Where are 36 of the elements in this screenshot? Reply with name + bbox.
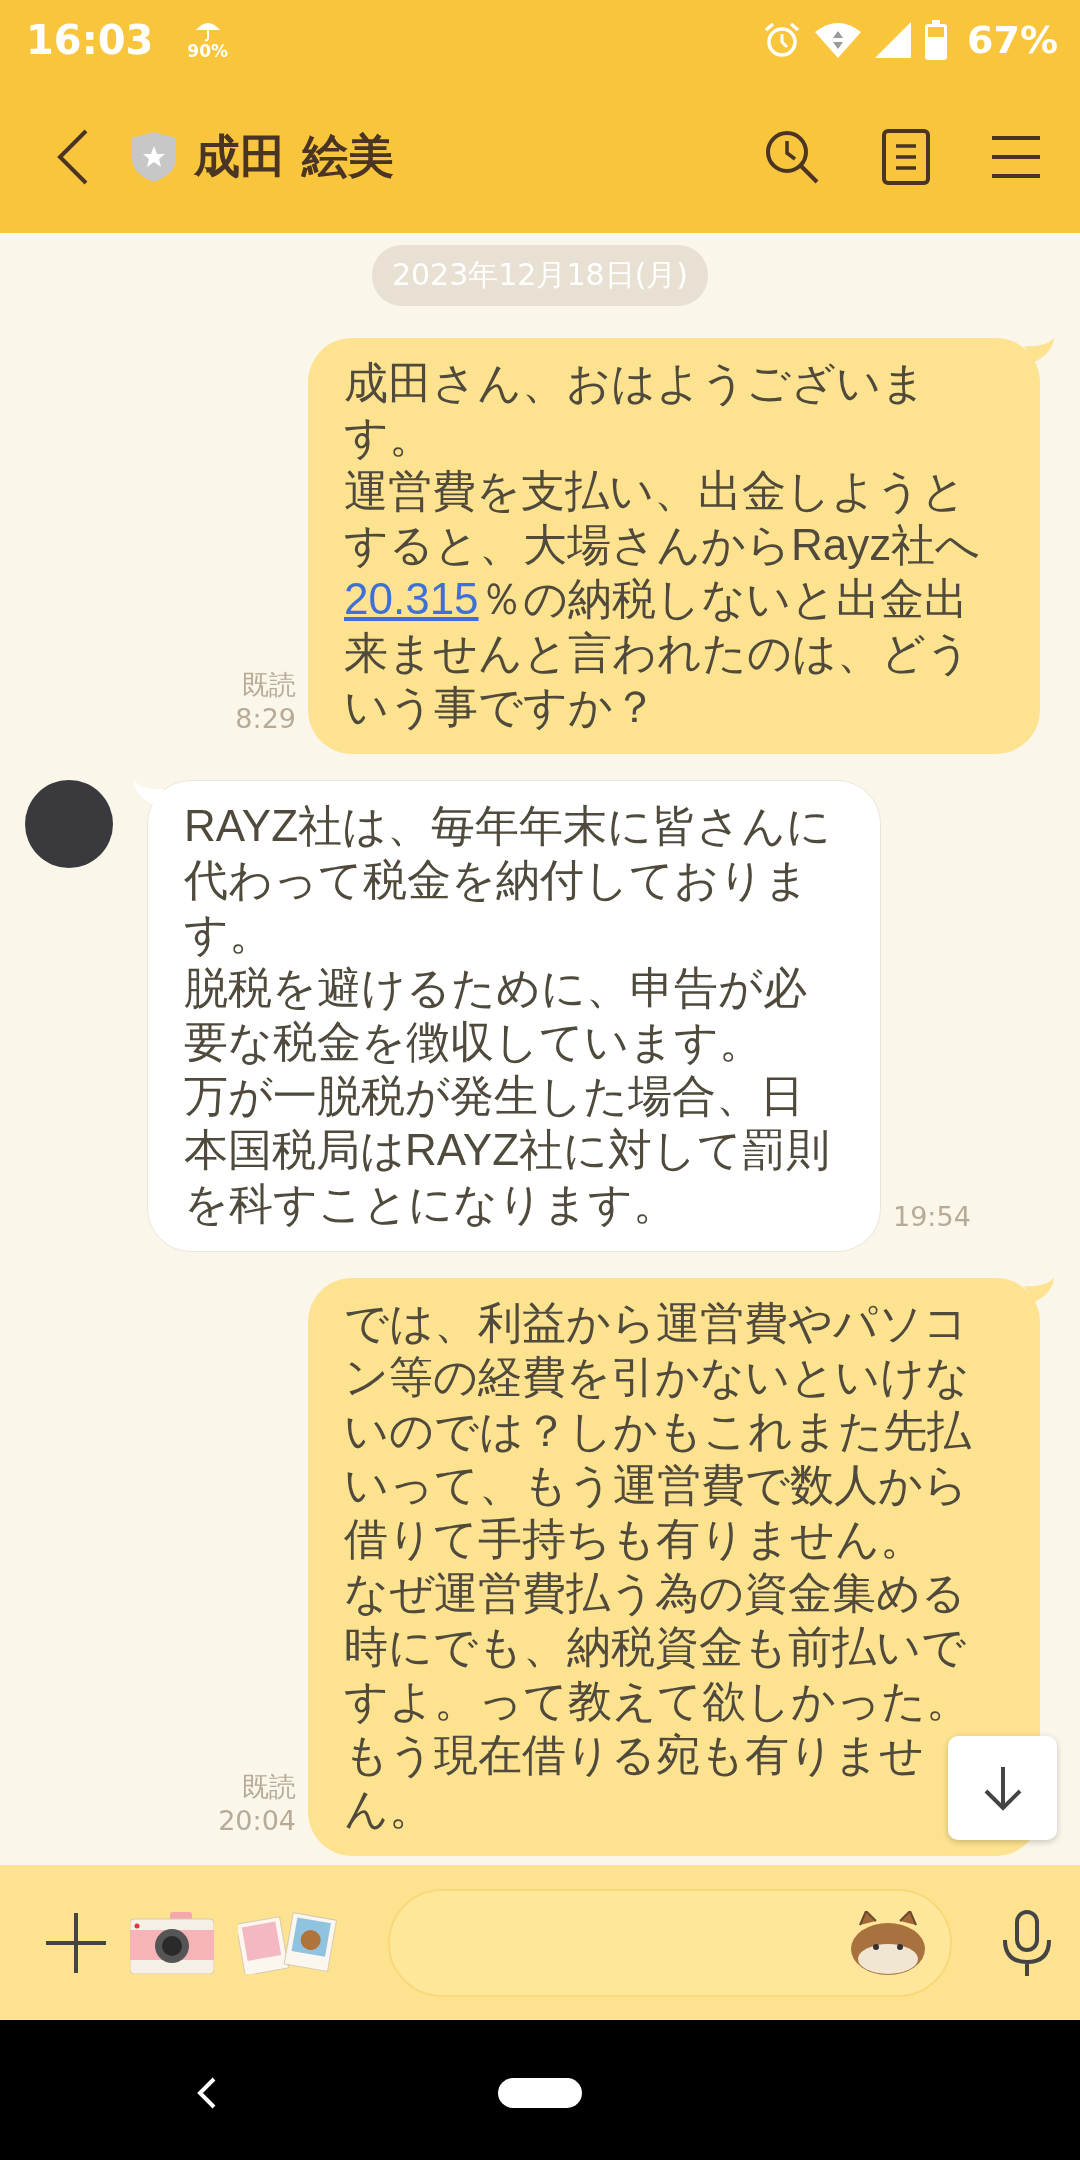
hamster-sticker-icon[interactable] bbox=[850, 1910, 926, 1975]
wifi-icon bbox=[815, 22, 862, 58]
alarm-icon bbox=[763, 21, 802, 59]
read-receipt: 既読 bbox=[242, 668, 296, 702]
back-button[interactable] bbox=[56, 128, 90, 185]
photos-drawing[interactable] bbox=[238, 1911, 338, 1974]
home-button[interactable] bbox=[498, 2077, 582, 2108]
message-text: 運営費を支払い、出金しようとすると、大場さんからRayz社へ 20.315％の納税しないと出金出来ませんと言われたのは、どういう事ですか？ bbox=[344, 465, 982, 733]
search-history-icon[interactable] bbox=[764, 128, 820, 185]
microphone-icon[interactable] bbox=[1002, 1909, 1052, 1976]
message-text: 万が一脱税が発生した場合、日本国税局はRAYZ社に対して罰則を科すことになります。 bbox=[184, 1070, 832, 1230]
read-receipt: 既読 bbox=[242, 1770, 296, 1804]
menu-icon[interactable] bbox=[992, 134, 1040, 179]
plus-icon[interactable] bbox=[46, 1912, 106, 1973]
chat-title: 成田 絵美 bbox=[194, 127, 394, 185]
message-text: 成田さん、おはようございます。 bbox=[344, 357, 927, 463]
message-text: 脱税を避けるために、申告が必要な税金を徴収しています。 bbox=[184, 962, 808, 1068]
message-text: RAYZ社は、毎年年末に皆さんに代わって税金を納付しております。 bbox=[184, 800, 833, 960]
message-time: 20:04 bbox=[218, 1804, 296, 1838]
nav-back-button[interactable] bbox=[196, 2076, 218, 2109]
camera-icon[interactable] bbox=[130, 1911, 214, 1974]
signal-icon bbox=[875, 22, 912, 58]
battery-icon bbox=[925, 20, 948, 60]
umbrella-icon bbox=[194, 20, 221, 42]
message-time: 8:29 bbox=[235, 702, 296, 736]
message-text: もう現在借りる宛も有りません。 bbox=[344, 1729, 925, 1835]
link[interactable]: 20.315 bbox=[344, 574, 479, 623]
shield-star-icon bbox=[132, 131, 176, 182]
rain-chance: 90% bbox=[187, 42, 229, 60]
notes-icon[interactable] bbox=[882, 128, 930, 185]
message-text: なぜ運営費払う為の資金集める時にでも、納税資金も前払いですよ。って教えて欲しかった。 bbox=[344, 1567, 971, 1727]
battery-percent: 67% bbox=[967, 18, 1058, 62]
scroll-down-button[interactable] bbox=[948, 1736, 1057, 1840]
status-time: 16:03 bbox=[26, 17, 154, 63]
message-time: 19:54 bbox=[893, 1200, 971, 1234]
message-text: では、利益から運営費やパソコン等の経費を引かないといけないのでは？しかもこれまた先払いって、もう運営費で数人から借りて手持ちも有りません。 bbox=[344, 1297, 972, 1565]
